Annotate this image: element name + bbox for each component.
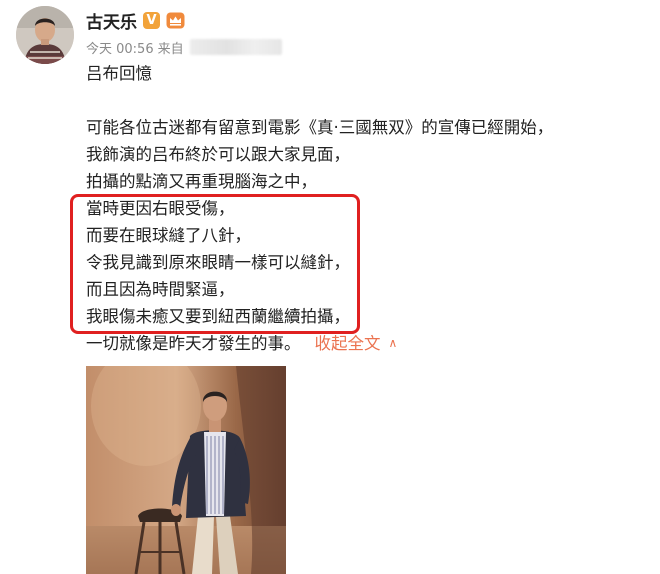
post-meta: 今天 00:56 来自 [86,38,282,57]
author-name[interactable]: 古天乐 [86,8,137,33]
post-line: 一切就像是昨天才發生的事。 [86,334,301,353]
post-line: 當時更因右眼受傷， [86,199,235,218]
author-row: 古天乐 V [86,8,185,33]
post-line: 可能各位古迷都有留意到電影《真·三國無双》的宣傳已經開始， [86,118,554,137]
post-line: 令我見識到原來眼睛一樣可以縫針， [86,253,350,272]
post-time[interactable]: 今天 00:56 [86,38,154,57]
weibo-post: 古天乐 V 今天 00:56 来自 吕布回憶 可能各位古迷都有留意到電影《真·三… [0,0,660,574]
post-line: 拍攝的點滴又再重現腦海之中， [86,172,317,191]
photo-image [86,366,286,574]
post-photo[interactable] [86,366,286,574]
post-last-line: 一切就像是昨天才發生的事。 收起全文 ∧ [86,330,646,357]
post-title-line: 吕布回憶 [86,64,152,83]
avatar[interactable] [16,6,74,64]
post-line: 我飾演的吕布終於可以跟大家見面， [86,145,350,164]
post-source-prefix: 来自 [157,41,184,57]
verified-badge-icon: V [143,11,160,29]
post-line: 而且因為時間緊逼， [86,280,235,299]
collapse-full-text-link[interactable]: 收起全文 [315,334,381,353]
post-source-blurred [189,39,282,55]
post-body: 吕布回憶 可能各位古迷都有留意到電影《真·三國無双》的宣傳已經開始， 我飾演的吕… [86,60,646,357]
post-line: 而要在眼球縫了八針， [86,226,251,245]
post-line: 我眼傷未癒又要到紐西蘭繼續拍攝， [86,307,350,326]
chevron-up-icon[interactable]: ∧ [389,330,398,357]
avatar-image [16,6,74,64]
vip-crown-icon[interactable] [166,12,185,29]
